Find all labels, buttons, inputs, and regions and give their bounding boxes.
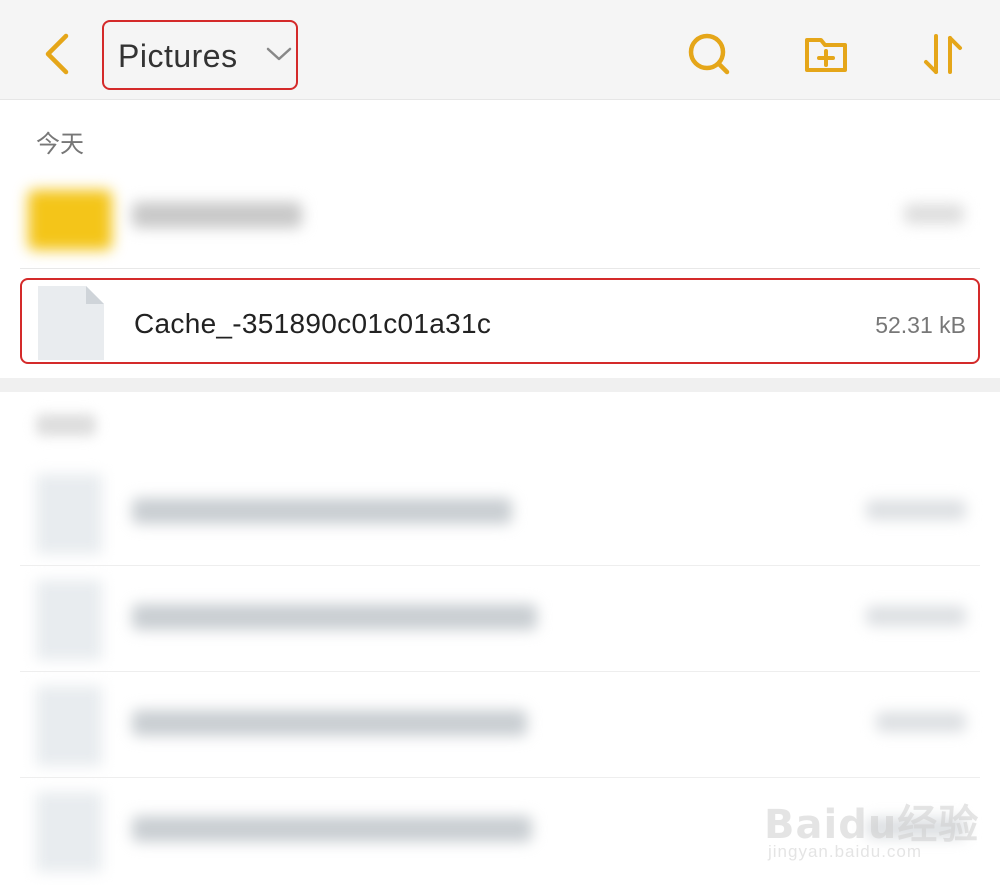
document-icon [36,580,102,660]
sort-icon [924,34,962,74]
file-name: Cache_-351890c01c01a31c [134,308,492,339]
document-icon [36,474,102,554]
divider [20,565,980,566]
folder-icon [28,190,112,250]
watermark-url: jingyan.baidu.com [768,842,923,861]
folder-meta-redacted [904,204,964,224]
list-item[interactable] [0,674,1000,774]
chevron-down-icon [266,47,292,61]
folder-plus-icon [805,38,847,72]
file-size-redacted [866,500,966,520]
file-size-redacted [866,606,966,626]
document-icon [36,686,102,766]
search-button[interactable] [684,30,734,80]
sort-button[interactable] [918,30,968,80]
document-icon [36,792,102,872]
section-label-today: 今天 [36,131,84,158]
baidu-watermark: Baidu经验 jingyan.baidu.com [764,772,984,872]
section-label-earlier-redacted [36,414,96,436]
list-item-folder[interactable] [0,170,1000,266]
chevron-left-icon [45,33,69,75]
file-name-redacted [132,710,527,736]
folder-selector-dropdown[interactable]: Pictures [102,20,298,90]
search-icon [688,33,730,75]
file-name-redacted [132,498,512,524]
divider [20,671,980,672]
back-button[interactable] [36,28,80,80]
folder-title: Pictures [118,38,238,74]
folder-name-redacted [132,202,302,228]
file-name-redacted [132,604,537,630]
list-item[interactable] [0,568,1000,668]
divider [20,268,980,269]
file-name-redacted [132,816,532,842]
file-size: 52.31 kB [875,312,966,338]
document-icon [38,286,104,360]
file-size-redacted [876,712,966,732]
new-folder-button[interactable] [802,30,852,80]
top-bar: Pictures [0,0,1000,100]
list-item[interactable] [0,462,1000,562]
section-divider [0,378,1000,392]
